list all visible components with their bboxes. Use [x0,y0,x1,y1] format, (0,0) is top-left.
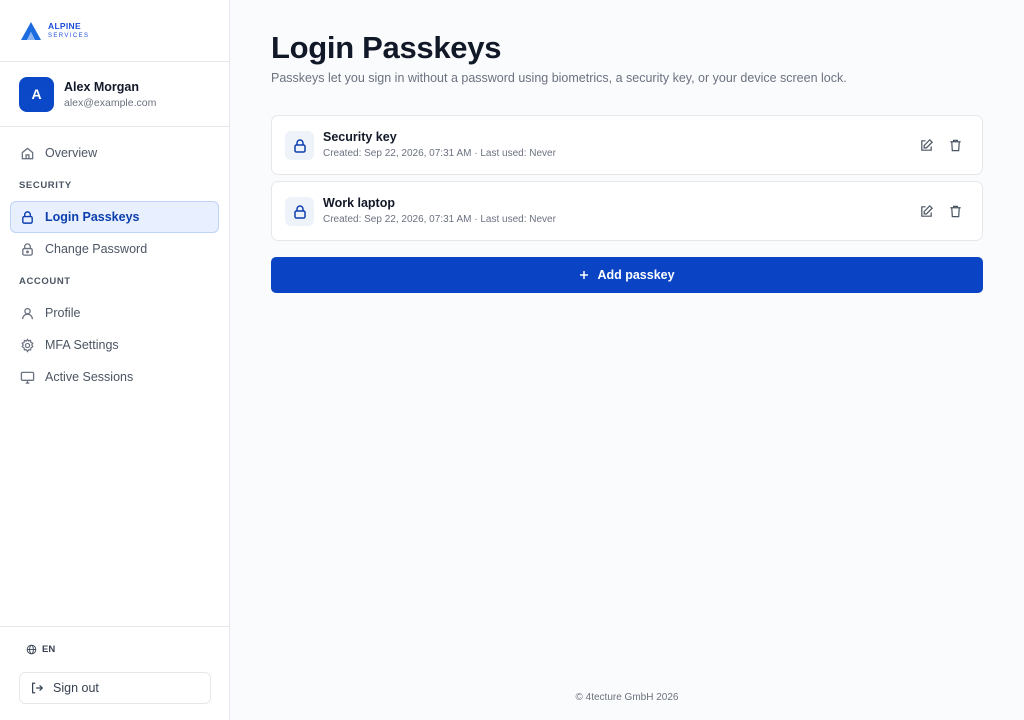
lock-icon [20,210,35,225]
sidebar-item-label: Active Sessions [45,370,134,384]
nav-section-account: ACCOUNT [19,275,71,287]
nav-section-security: SECURITY [19,179,72,191]
edit-icon[interactable] [919,138,935,154]
passkey-card: Security key Created: Sep 22, 2026, 07:3… [271,115,983,175]
passkey-meta: Created: Sep 22, 2026, 07:31 AM · Last u… [323,214,556,225]
brand-name: ALPINE [48,21,81,32]
avatar: A [19,76,54,112]
user-name: Alex Morgan [64,79,140,94]
brand-sub: SERVICES [48,32,90,39]
language-label: EN [42,644,56,655]
lock-icon [285,131,314,160]
sidebar-item-label: Change Password [45,242,148,256]
user-card: A Alex Morgan alex@example.com [0,62,229,127]
language-switcher[interactable]: EN [26,644,55,655]
user-icon [20,306,35,321]
logout-icon [32,682,44,694]
copyright: © 4tecture GmbH 2026 [575,692,679,703]
user-email: alex@example.com [64,96,157,109]
passkey-meta: Created: Sep 22, 2026, 07:31 AM · Last u… [323,148,556,159]
sign-out-button[interactable]: Sign out [19,672,211,704]
globe-icon [26,644,37,655]
passkey-name: Work laptop [323,196,395,210]
home-icon [20,146,35,161]
add-passkey-button[interactable]: Add passkey [271,257,983,293]
page-title: Login Passkeys [271,30,502,65]
lock-icon [20,242,35,257]
main-content: Login Passkeys Passkeys let you sign in … [230,0,1024,720]
sidebar-item-active-sessions[interactable]: Active Sessions [10,361,219,393]
sidebar: ALPINE SERVICES A Alex Morgan alex@examp… [0,0,230,720]
sidebar-item-label: Overview [45,146,98,160]
sidebar-item-profile[interactable]: Profile [10,297,219,329]
sidebar-item-overview[interactable]: Overview [10,137,219,169]
page-subtitle: Passkeys let you sign in without a passw… [271,71,847,85]
alpine-logo-icon [21,21,41,40]
sidebar-item-login-passkeys[interactable]: Login Passkeys [10,201,219,233]
sidebar-nav: Overview SECURITY Login Passkeys Change … [0,127,229,393]
trash-icon[interactable] [948,138,964,154]
passkey-name: Security key [323,130,397,144]
passkey-card: Work laptop Created: Sep 22, 2026, 07:31… [271,181,983,241]
monitor-icon [20,370,35,385]
sidebar-item-label: Profile [45,306,81,320]
sidebar-item-label: MFA Settings [45,338,119,352]
trash-icon[interactable] [948,204,964,220]
brand[interactable]: ALPINE SERVICES [0,0,229,62]
add-passkey-label: Add passkey [597,268,675,282]
plus-icon [580,271,589,279]
sidebar-item-mfa-settings[interactable]: MFA Settings [10,329,219,361]
sidebar-item-change-password[interactable]: Change Password [10,233,219,265]
edit-icon[interactable] [919,204,935,220]
sign-out-label: Sign out [53,681,99,695]
sidebar-footer: EN Sign out [0,626,229,720]
lock-icon [285,197,314,226]
gear-icon [20,337,35,353]
sidebar-item-label: Login Passkeys [45,210,140,224]
